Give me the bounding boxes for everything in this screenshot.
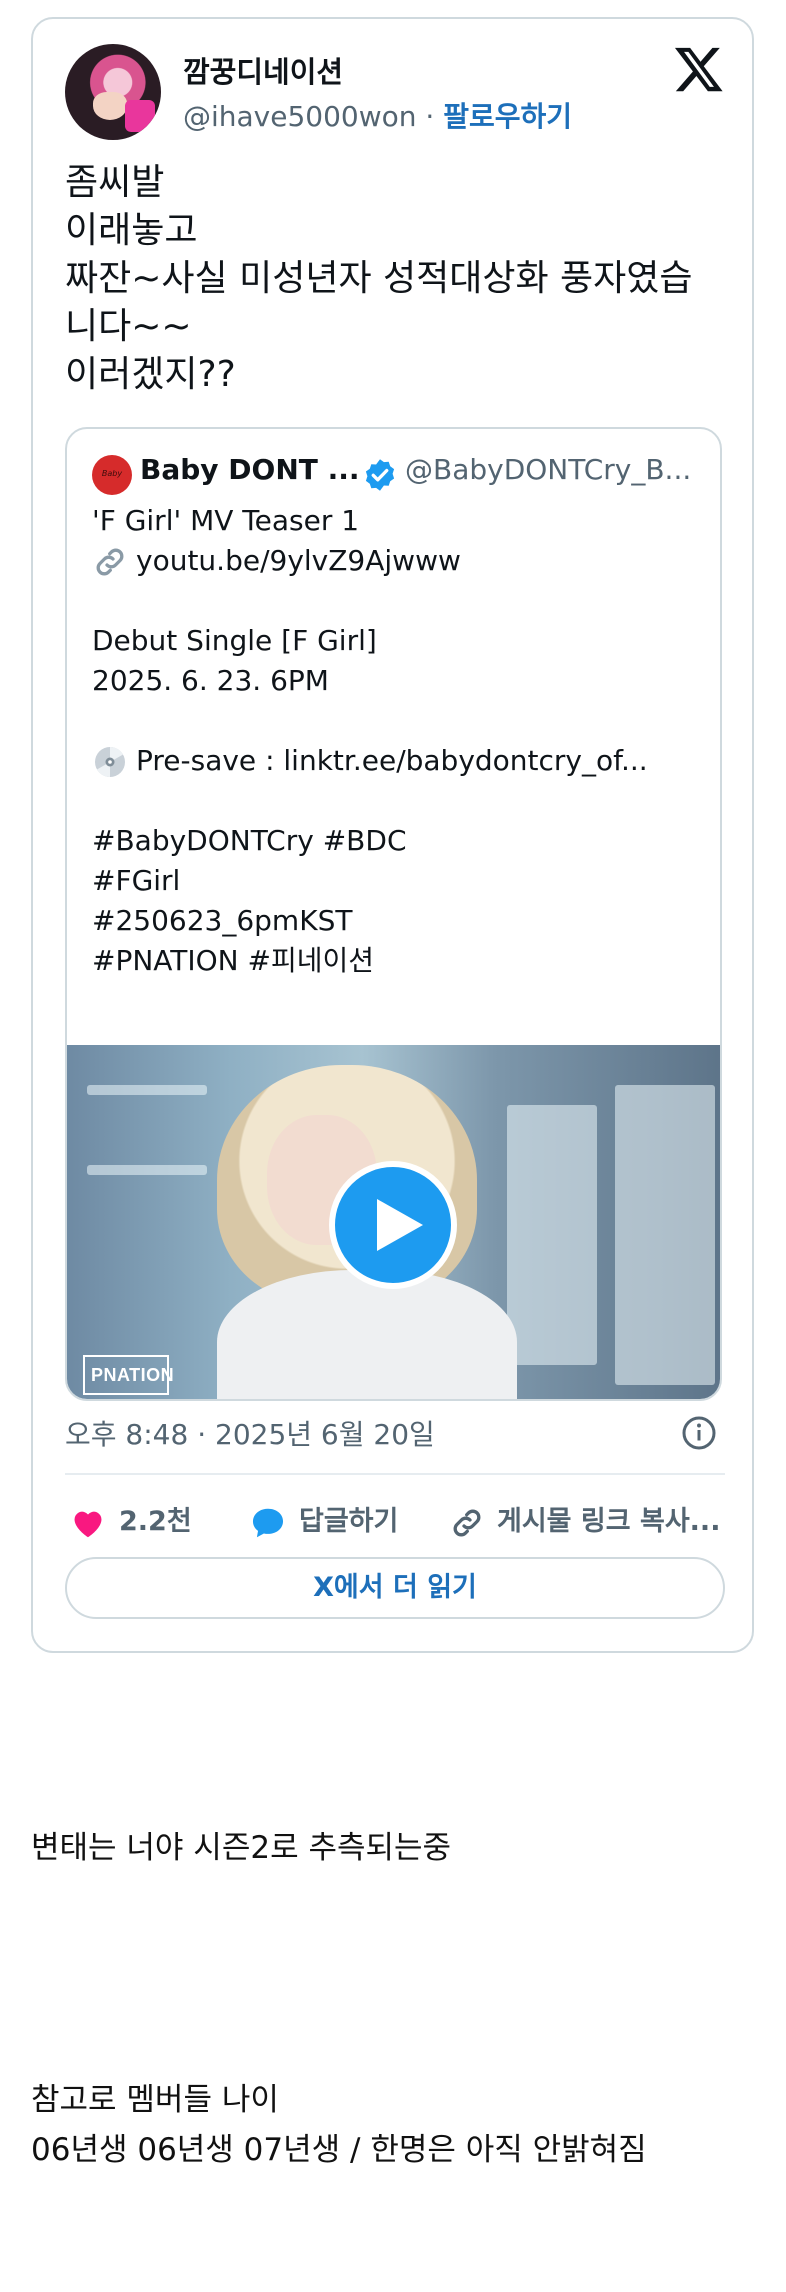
divider xyxy=(65,1473,725,1475)
avatar-hand xyxy=(93,92,127,120)
tweet-timestamp[interactable]: 오후 8:48 · 2025년 6월 20일 xyxy=(65,1413,435,1453)
quoted-avatar-text: Baby xyxy=(101,469,123,478)
tweet-text: 좀씨발 이래놓고 짜잔~사실 미성년자 성적대상화 풍자였습 니다~~ 이러겠지… xyxy=(65,159,725,399)
author-display-name[interactable]: 깜꿍디네이션 xyxy=(183,49,343,91)
copy-link-label: 게시물 링크 복사... xyxy=(497,1506,721,1537)
info-icon[interactable] xyxy=(681,1415,717,1451)
hashtag-line[interactable]: #BabyDONTCry #BDC xyxy=(92,821,702,861)
author-avatar[interactable] xyxy=(65,44,161,140)
reply-bubble-icon xyxy=(252,1508,284,1537)
background-shelf xyxy=(87,1085,207,1095)
follow-button[interactable]: 팔로우하기 xyxy=(443,100,572,133)
tweet-text-line: 이러겠지?? xyxy=(65,354,236,395)
handle-separator: · xyxy=(416,100,444,133)
reply-button[interactable]: 답글하기 xyxy=(249,1499,398,1539)
play-button[interactable] xyxy=(329,1161,457,1289)
play-icon xyxy=(377,1199,423,1251)
avatar-sleeve xyxy=(125,100,155,132)
background-shelf xyxy=(87,1165,207,1175)
figure-body xyxy=(217,1270,517,1399)
presave-link[interactable]: Pre-save : linktr.ee/babydontcry_of... xyxy=(136,744,648,777)
quoted-line: 'F Girl' MV Teaser 1 xyxy=(92,504,360,537)
x-logo-icon[interactable] xyxy=(673,43,725,95)
quoted-line: Debut Single [F Girl] xyxy=(92,624,377,657)
quoted-author-avatar[interactable]: Baby xyxy=(92,455,132,495)
like-button[interactable]: 2.2천 xyxy=(69,1499,192,1539)
author-handle-row: @ihave5000won · 팔로우하기 xyxy=(183,95,572,135)
tweet-text-line: 좀씨발 xyxy=(65,162,165,203)
hashtag-line[interactable]: #PNATION #피네이션 xyxy=(92,941,702,981)
youtube-link[interactable]: youtu.be/9ylvZ9Ajwww xyxy=(136,544,461,577)
quoted-link-line: youtu.be/9ylvZ9Ajwww xyxy=(92,541,702,581)
background-fridge xyxy=(615,1085,715,1385)
author-handle[interactable]: @ihave5000won xyxy=(183,100,417,133)
copy-link-button[interactable]: 게시물 링크 복사... xyxy=(449,1499,720,1539)
tweet-text-line: 이래놓고 xyxy=(65,210,198,251)
quoted-line: 2025. 6. 23. 6PM xyxy=(92,664,329,697)
post-paragraph: 06년생 06년생 07년생 / 한명은 아직 안밝혀짐 xyxy=(31,2132,647,2168)
verified-badge-icon xyxy=(365,459,395,491)
disc-icon xyxy=(95,746,125,778)
quoted-author-name[interactable]: Baby DONT ... xyxy=(140,453,360,486)
tweet-text-line: 짜잔~사실 미성년자 성적대상화 풍자였습 xyxy=(65,258,693,299)
video-thumbnail[interactable]: PNATION xyxy=(67,1045,720,1399)
reply-label: 답글하기 xyxy=(299,1506,399,1537)
pnation-logo: PNATION xyxy=(83,1355,174,1395)
like-count: 2.2천 xyxy=(119,1506,192,1537)
hashtag-line[interactable]: #250623_6pmKST xyxy=(92,901,702,941)
post-paragraph: 변태는 너야 시즌2로 추측되는중 xyxy=(31,1830,452,1866)
copy-link-icon xyxy=(453,1509,481,1536)
post-paragraph: 참고로 멤버들 나이 xyxy=(31,2082,279,2118)
hashtag-line[interactable]: #FGirl xyxy=(92,861,702,901)
quoted-tweet-text: 'F Girl' MV Teaser 1 youtu.be/9ylvZ9Ajww… xyxy=(92,501,702,981)
heart-icon xyxy=(74,1511,102,1537)
link-icon xyxy=(96,548,124,576)
tweet-text-line: 니다~~ xyxy=(65,306,192,347)
quoted-author-handle[interactable]: @BabyDONTCry_B... xyxy=(405,453,691,486)
background-fridge xyxy=(507,1105,597,1365)
presave-line: Pre-save : linktr.ee/babydontcry_of... xyxy=(92,741,702,781)
embedded-tweet-card: 깜꿍디네이션 @ihave5000won · 팔로우하기 좀씨발 이래놓고 짜잔… xyxy=(31,17,754,1653)
read-more-on-x-button[interactable]: X에서 더 읽기 xyxy=(65,1557,725,1619)
quoted-tweet[interactable]: Baby Baby DONT ... @BabyDONTCry_B... 'F … xyxy=(65,427,722,1401)
